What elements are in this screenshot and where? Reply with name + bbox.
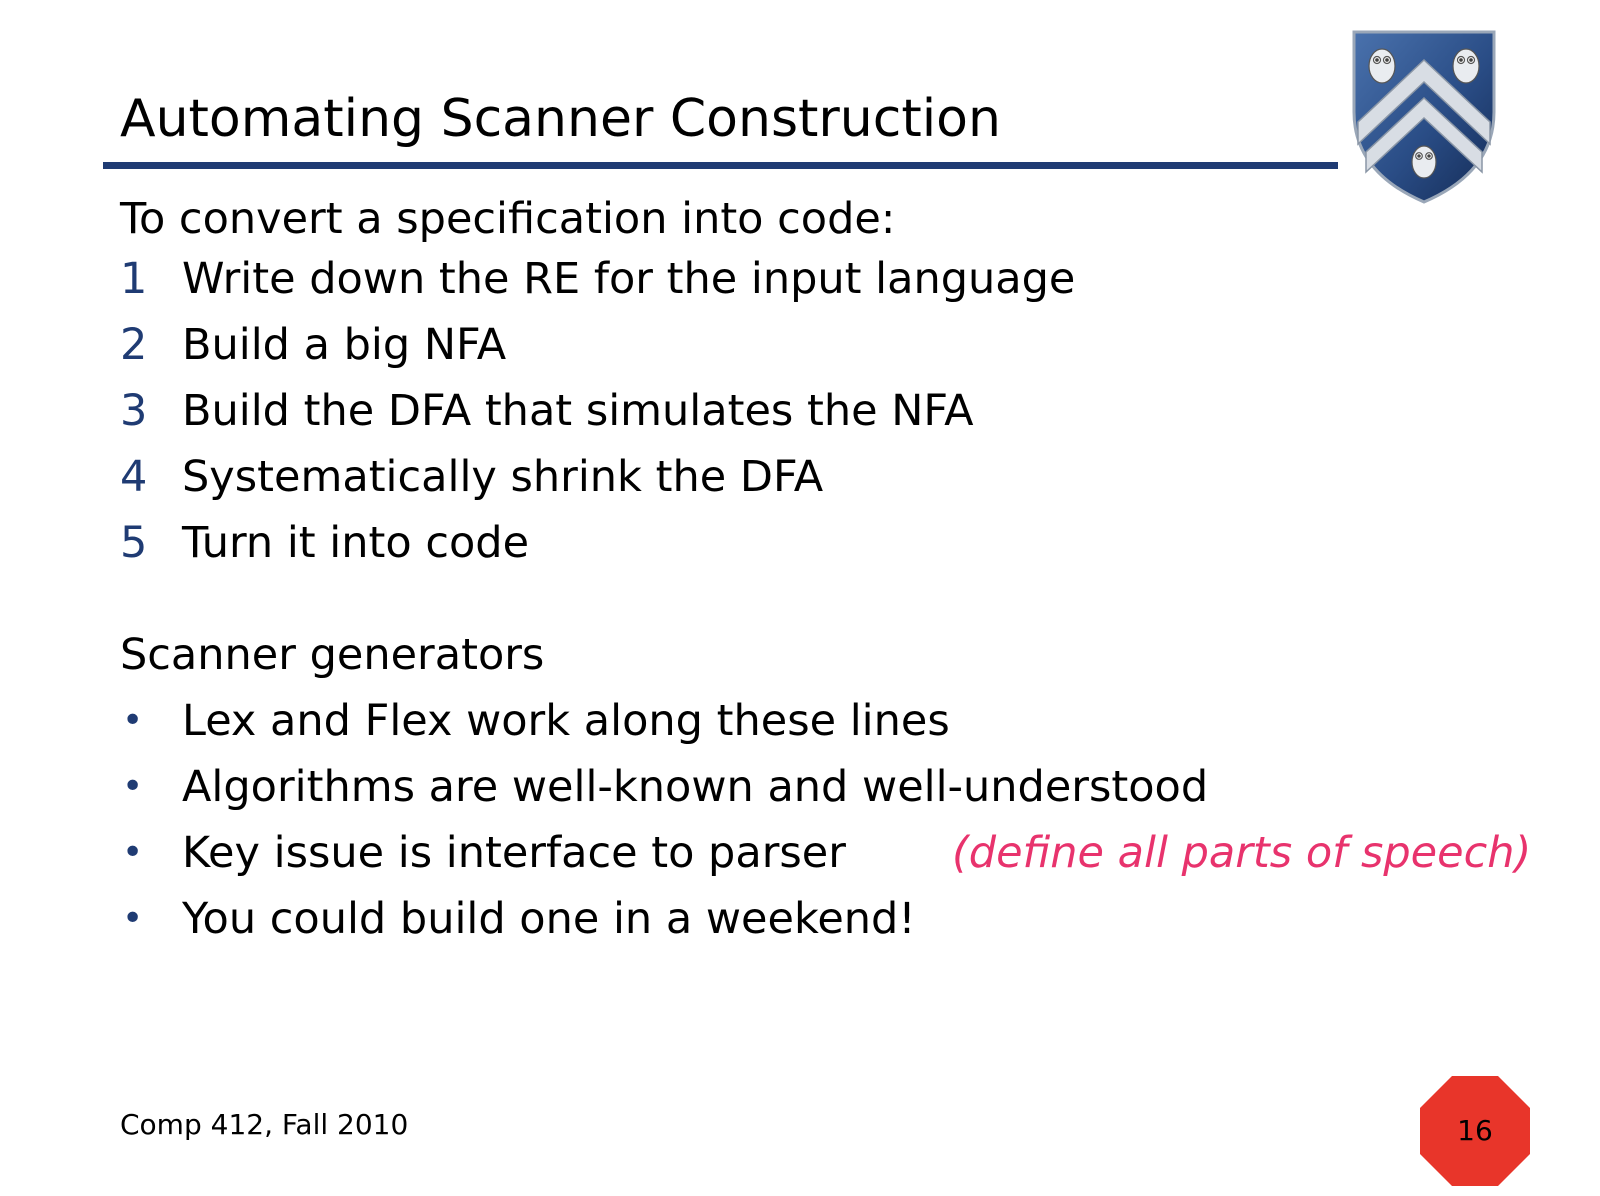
list-item: 2 Build a big NFA — [120, 316, 1520, 382]
bullet-text: Algorithms are well-known and well-under… — [182, 762, 1209, 812]
list-item: • Algorithms are well-known and well-und… — [120, 758, 1520, 824]
page-number: 16 — [1457, 1114, 1493, 1147]
section-heading: Scanner generators — [120, 630, 545, 680]
step-number: 1 — [120, 254, 148, 304]
rice-university-owl-shield-icon — [1352, 30, 1496, 204]
owl-icon-left — [1368, 48, 1396, 84]
list-item: 4 Systematically shrink the DFA — [120, 448, 1520, 514]
bullet-list: • Lex and Flex work along these lines • … — [120, 692, 1531, 956]
step-number: 4 — [120, 452, 148, 502]
owl-icon-bottom — [1411, 145, 1437, 179]
intro-line: To convert a specification into code: — [120, 194, 896, 244]
list-item: 5 Turn it into code — [120, 514, 1520, 580]
step-number: 5 — [120, 518, 148, 568]
title-underline-rule — [103, 162, 1338, 169]
list-item: 3 Build the DFA that simulates the NFA — [120, 382, 1520, 448]
bullet-dot-icon: • — [122, 766, 144, 807]
slide-title: Automating Scanner Construction — [120, 89, 1001, 149]
numbered-step-list: 1 Write down the RE for the input langua… — [120, 250, 1520, 580]
bullet-text: Key issue is interface to parser — [182, 828, 846, 878]
list-item: • Lex and Flex work along these lines — [120, 692, 1520, 758]
bullet-text: You could build one in a weekend! — [182, 894, 916, 944]
step-text: Build the DFA that simulates the NFA — [182, 386, 974, 436]
list-item: • You could build one in a weekend! — [120, 890, 1520, 956]
owl-icon-right — [1452, 48, 1480, 84]
bullet-dot-icon: • — [122, 832, 144, 873]
bullet-dot-icon: • — [122, 898, 144, 939]
bullet-text: Lex and Flex work along these lines — [182, 696, 950, 746]
step-text: Write down the RE for the input language — [182, 254, 1076, 304]
step-number: 2 — [120, 320, 148, 370]
bullet-dot-icon: • — [122, 700, 144, 741]
bullet-aside-note: (define all parts of speech) — [952, 828, 1532, 878]
step-text: Build a big NFA — [182, 320, 507, 370]
list-item: • Key issue is interface to parser (defi… — [120, 824, 1531, 890]
step-text: Systematically shrink the DFA — [182, 452, 824, 502]
step-number: 3 — [120, 386, 148, 436]
step-text: Turn it into code — [182, 518, 530, 568]
slide-footer: Comp 412, Fall 2010 — [120, 1108, 409, 1141]
list-item: 1 Write down the RE for the input langua… — [120, 250, 1520, 316]
